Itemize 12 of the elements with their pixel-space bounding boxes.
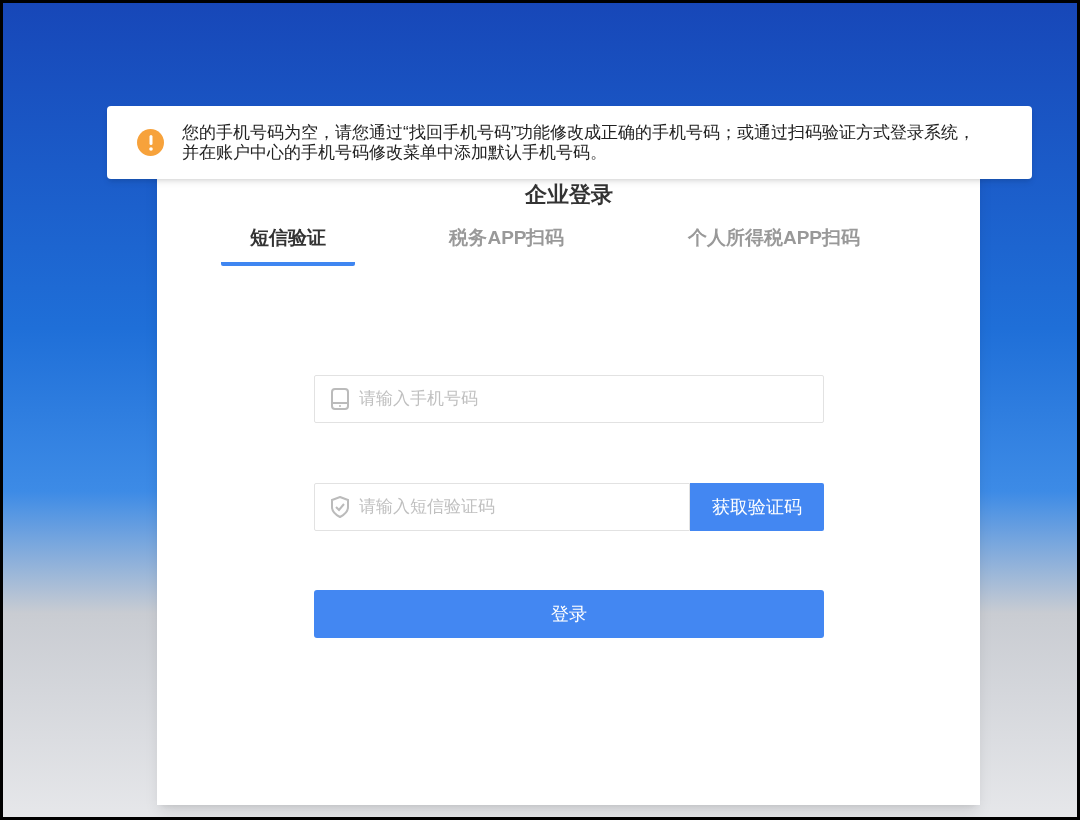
phone-icon (329, 388, 350, 410)
alert-message: 您的手机号码为空，请您通过“找回手机号码”功能修改成正确的手机号码；或通过扫码验证方式登录系统，并在账户中心的手机号码修改菜单中添加默认手机号码。 (182, 122, 977, 163)
login-button[interactable]: 登录 (313, 590, 824, 638)
sms-code-input-field[interactable]: 请输入短信验证码 (313, 483, 690, 531)
phone-input-field[interactable]: 请输入手机号码 (313, 375, 824, 423)
login-tab[interactable]: 个人所得税APP扫码 (658, 224, 889, 266)
login-tab[interactable]: 短信验证 (221, 224, 355, 266)
login-tab[interactable]: 税务APP扫码 (420, 224, 594, 266)
login-title: 企业登录 (524, 181, 613, 209)
shield-check-icon (329, 496, 350, 518)
exclamation-icon (137, 129, 164, 156)
get-code-button[interactable]: 获取验证码 (689, 483, 824, 531)
